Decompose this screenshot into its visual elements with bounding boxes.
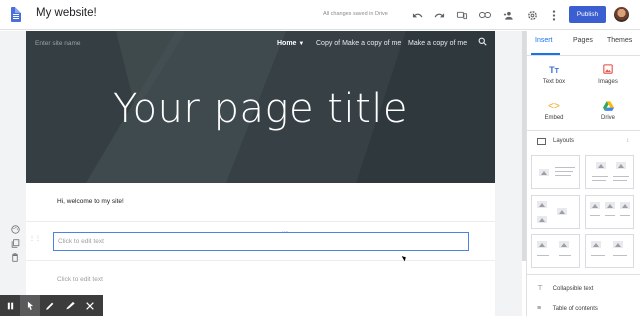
table-of-contents-icon: ≡	[537, 305, 542, 312]
divider	[527, 130, 640, 131]
layout-card[interactable]	[585, 195, 634, 229]
table-of-contents-label: Table of contents	[552, 306, 598, 312]
save-status: All changes saved in Drive	[323, 11, 388, 17]
divider	[26, 260, 495, 261]
search-icon[interactable]	[478, 37, 487, 49]
nav-item-make-a-copy[interactable]: Make a copy of me	[408, 40, 467, 47]
page-canvas: Enter site name Home ▼ Copy of Make a co…	[26, 31, 495, 316]
undo-icon[interactable]	[410, 8, 424, 22]
duplicate-icon[interactable]	[9, 237, 21, 249]
nav-item-home[interactable]: Home ▼	[277, 40, 304, 47]
drawing-toolbar	[0, 295, 103, 316]
nav-item-label: Home	[277, 40, 297, 47]
drive-icon[interactable]	[593, 101, 623, 114]
share-icon[interactable]	[501, 8, 515, 22]
layout-card[interactable]	[531, 234, 580, 268]
close-icon[interactable]	[80, 295, 100, 316]
layouts-icon	[537, 138, 546, 145]
publish-button[interactable]: Publish	[569, 6, 606, 23]
divider	[26, 221, 495, 222]
insert-text-box-label[interactable]: Text box	[534, 79, 574, 85]
more-icon[interactable]	[547, 8, 561, 22]
delete-icon[interactable]	[9, 251, 21, 263]
collapsible-text-icon: ⊤	[537, 285, 544, 292]
divider	[527, 274, 640, 275]
right-gutter	[495, 31, 522, 316]
welcome-text[interactable]: Hi, welcome to my site!	[57, 198, 124, 205]
collapsible-text-item[interactable]: ⊤ Collapsible text	[537, 284, 593, 292]
tab-themes[interactable]: Themes	[607, 37, 632, 44]
edit-placeholder: Click to edit text	[58, 238, 104, 245]
collapsible-text-label: Collapsible text	[552, 286, 594, 292]
nav-item-copy-of-make-a-copy[interactable]: Copy of Make a copy of me	[316, 40, 401, 47]
chevron-down-icon: ▼	[298, 41, 305, 47]
drag-dots-icon[interactable]: ····	[282, 230, 292, 235]
insert-drive-label[interactable]: Drive	[588, 115, 628, 121]
sites-logo-icon[interactable]	[11, 7, 21, 22]
layout-card[interactable]	[531, 155, 580, 189]
layout-card[interactable]	[585, 234, 634, 268]
top-bar: My website! All changes saved in Drive P…	[0, 0, 640, 30]
left-rail	[0, 31, 26, 316]
pointer-tool-icon[interactable]	[20, 295, 40, 316]
image-icon[interactable]	[593, 64, 623, 77]
text-box-icon[interactable]: TT	[539, 65, 569, 75]
chevron-up-down-icon[interactable]: ↕	[626, 138, 629, 144]
text-box-editing[interactable]: ···· Click to edit text	[53, 230, 469, 251]
avatar[interactable]	[614, 7, 629, 22]
divider	[527, 55, 640, 56]
embed-icon[interactable]: <>	[539, 101, 569, 112]
tab-pages[interactable]: Pages	[573, 37, 593, 44]
redo-icon[interactable]	[432, 8, 446, 22]
layouts-header[interactable]: Layouts	[553, 138, 574, 144]
pen-tool-icon[interactable]	[40, 295, 60, 316]
tab-insert[interactable]: Insert	[535, 37, 553, 44]
table-of-contents-item[interactable]: ≡ Table of contents	[537, 305, 598, 312]
hero-header[interactable]: Enter site name Home ▼ Copy of Make a co…	[26, 31, 495, 183]
settings-icon[interactable]	[525, 8, 539, 22]
pause-icon[interactable]	[0, 295, 20, 316]
page-title[interactable]: Your page title	[26, 86, 495, 132]
layout-card[interactable]	[531, 195, 580, 229]
drag-handle-icon[interactable]: ⋮⋮	[29, 235, 41, 242]
insert-embed-label[interactable]: Embed	[534, 115, 574, 121]
site-name-input[interactable]: Enter site name	[35, 40, 81, 47]
insert-images-label[interactable]: Images	[588, 79, 628, 85]
layout-card[interactable]	[585, 155, 634, 189]
highlighter-tool-icon[interactable]	[60, 295, 80, 316]
site-title[interactable]: My website!	[36, 7, 97, 19]
link-icon[interactable]	[478, 8, 492, 22]
insert-panel: Insert Pages Themes TT Text box Images <…	[526, 31, 640, 316]
text-box-placeholder[interactable]: Click to edit text	[57, 276, 103, 283]
preview-icon[interactable]	[455, 8, 469, 22]
palette-icon[interactable]	[9, 223, 21, 235]
